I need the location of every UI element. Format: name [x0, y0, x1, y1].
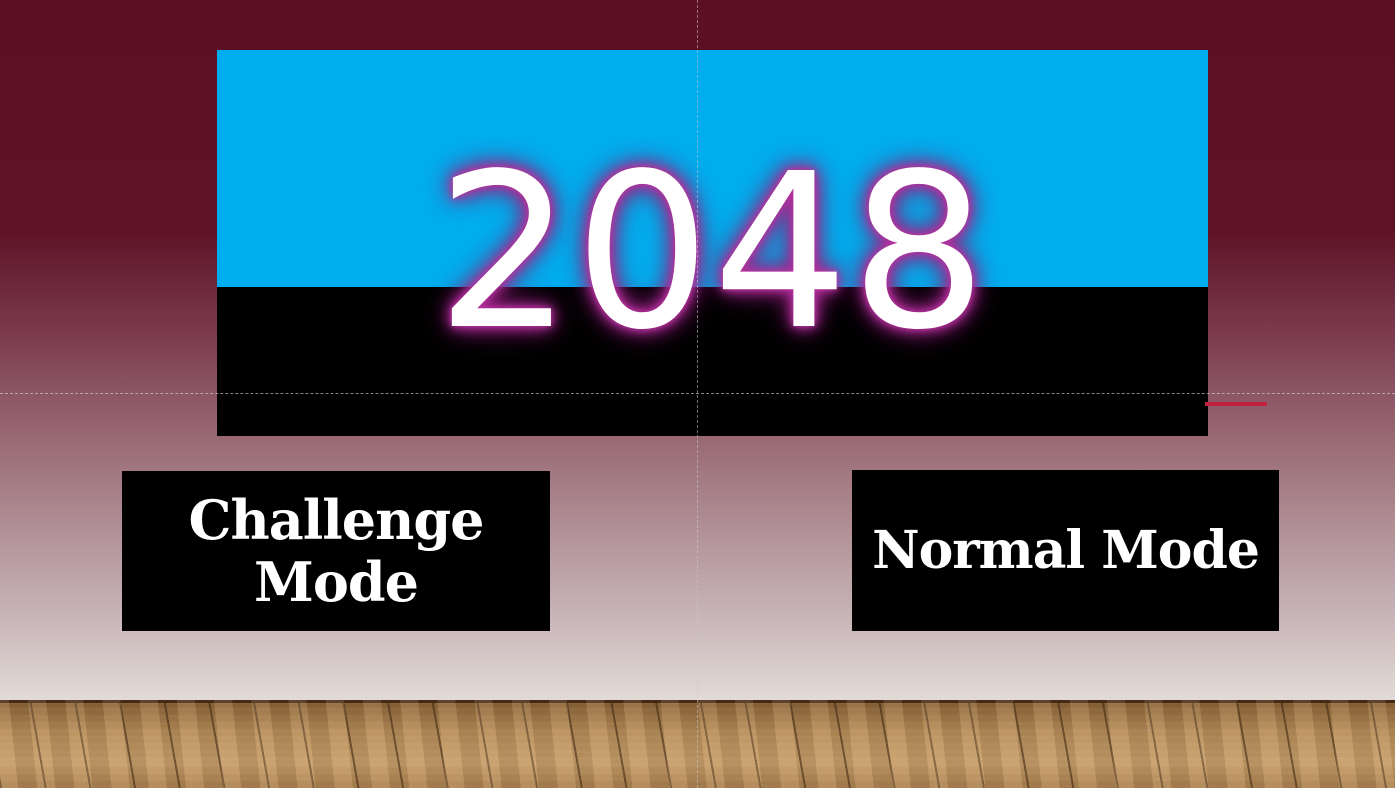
- logo-title: 2048: [436, 128, 989, 377]
- challenge-mode-button[interactable]: Challenge Mode: [122, 471, 550, 631]
- accent-line: [1205, 402, 1267, 406]
- normal-mode-label: Normal Mode: [872, 519, 1260, 581]
- vertical-guide-line: [697, 0, 698, 788]
- slide-canvas: 2048 Challenge Mode Normal Mode: [0, 0, 1395, 788]
- horizontal-guide-line: [0, 393, 1395, 394]
- challenge-mode-label: Challenge Mode: [188, 488, 485, 614]
- game-logo: 2048: [217, 50, 1208, 436]
- normal-mode-button[interactable]: Normal Mode: [852, 470, 1279, 631]
